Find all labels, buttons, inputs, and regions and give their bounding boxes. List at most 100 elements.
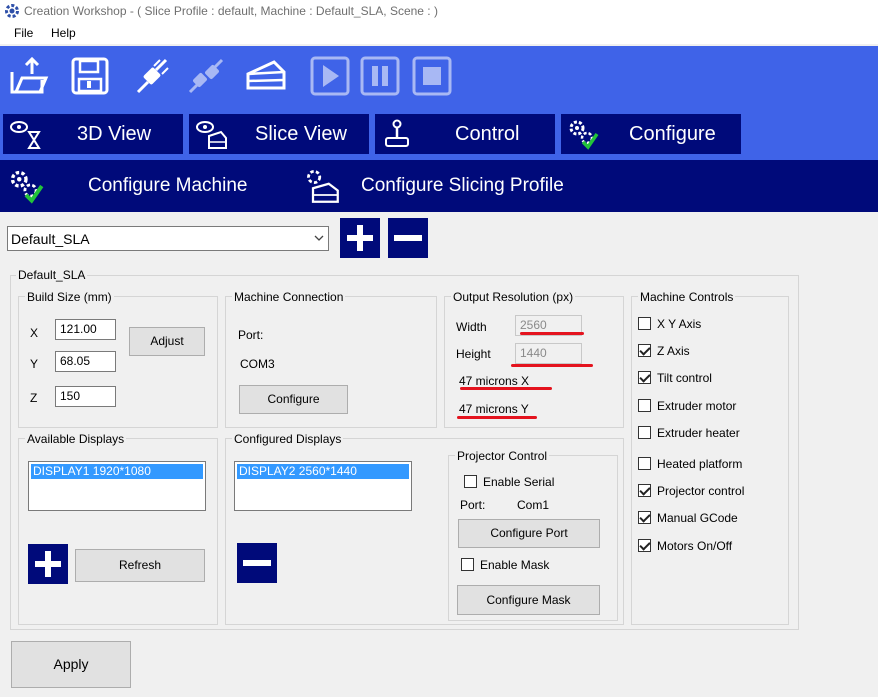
play-icon bbox=[310, 56, 350, 96]
projector-control-title: Projector Control bbox=[455, 449, 550, 463]
heated-platform-label: Heated platform bbox=[657, 457, 743, 471]
open-icon bbox=[10, 56, 49, 94]
tab-slice-view-label: Slice View bbox=[255, 123, 347, 145]
checkbox-heated-platform[interactable] bbox=[638, 457, 651, 470]
menu-file[interactable]: File bbox=[14, 26, 33, 40]
app-gear-icon bbox=[5, 4, 19, 18]
refresh-button[interactable]: Refresh bbox=[75, 549, 205, 582]
connect-button[interactable] bbox=[130, 54, 174, 98]
build-x-input[interactable]: 121.00 bbox=[55, 319, 116, 340]
configured-displays-title: Configured Displays bbox=[232, 432, 344, 446]
configure-subtabs: Configure Machine Configure Slicing Prof… bbox=[0, 160, 878, 212]
title-bar: Creation Workshop - ( Slice Profile : de… bbox=[0, 0, 878, 22]
checkbox-tilt-control[interactable] bbox=[638, 371, 651, 384]
annotation-underline bbox=[457, 416, 537, 419]
subtab-configure-slicing-profile[interactable]: Configure Slicing Profile bbox=[361, 175, 564, 197]
menu-bar: File Help bbox=[0, 22, 878, 44]
build-z-input[interactable]: 150 bbox=[55, 386, 116, 407]
configure-connection-button[interactable]: Configure bbox=[239, 385, 348, 414]
machine-profile-group-title: Default_SLA bbox=[16, 268, 88, 282]
remove-profile-button[interactable] bbox=[388, 218, 428, 258]
save-icon bbox=[71, 57, 109, 95]
height-label: Height bbox=[456, 347, 491, 361]
extruder-heater-label: Extruder heater bbox=[657, 426, 740, 440]
eye-slice-icon bbox=[196, 121, 227, 149]
checkbox-manual-gcode[interactable] bbox=[638, 511, 651, 524]
checkbox-enable-serial[interactable] bbox=[464, 475, 477, 488]
checkbox-extruder-motor[interactable] bbox=[638, 399, 651, 412]
available-displays-title: Available Displays bbox=[25, 432, 127, 446]
checkbox-motors-on-off[interactable] bbox=[638, 539, 651, 552]
enable-mask-label: Enable Mask bbox=[480, 558, 550, 572]
microns-x-label: 47 microns X bbox=[459, 374, 530, 388]
available-displays-list[interactable]: DISPLAY1 1920*1080 bbox=[28, 461, 206, 511]
tab-3d-view-label: 3D View bbox=[77, 123, 152, 145]
gears-check-icon bbox=[10, 170, 44, 204]
tilt-control-label: Tilt control bbox=[657, 371, 712, 385]
configure-port-button[interactable]: Configure Port bbox=[458, 519, 600, 548]
machine-profile-select[interactable]: Default_SLA bbox=[7, 226, 329, 251]
window-title: Creation Workshop - ( Slice Profile : de… bbox=[24, 4, 438, 18]
tab-3d-view[interactable]: 3D View bbox=[3, 114, 183, 154]
annotation-underline bbox=[520, 332, 584, 335]
tab-slice-view[interactable]: Slice View bbox=[189, 114, 369, 154]
configured-displays-list[interactable]: DISPLAY2 2560*1440 bbox=[234, 461, 412, 511]
pause-icon bbox=[360, 56, 400, 96]
projector-port-label: Port: bbox=[460, 498, 486, 512]
chevron-down-icon bbox=[314, 235, 324, 241]
eye-hourglass-icon bbox=[10, 121, 41, 149]
checkbox-enable-mask[interactable] bbox=[461, 558, 474, 571]
main-tabs: 3D View Slice View Control Configure bbox=[0, 108, 878, 160]
port-value: COM3 bbox=[240, 357, 275, 371]
tab-configure[interactable]: Configure bbox=[561, 114, 741, 154]
xy-axis-label: X Y Axis bbox=[657, 317, 702, 331]
checkbox-extruder-heater[interactable] bbox=[638, 426, 651, 439]
list-item[interactable]: DISPLAY1 1920*1080 bbox=[31, 464, 203, 479]
menu-help[interactable]: Help bbox=[51, 26, 76, 40]
enable-serial-label: Enable Serial bbox=[483, 475, 555, 489]
motors-on-off-label: Motors On/Off bbox=[657, 539, 733, 553]
configure-mask-button[interactable]: Configure Mask bbox=[457, 585, 600, 615]
minus-icon bbox=[243, 560, 271, 566]
adjust-button[interactable]: Adjust bbox=[129, 327, 205, 356]
stop-icon bbox=[412, 56, 452, 96]
stop-button[interactable] bbox=[410, 54, 454, 98]
projector-port-value: Com1 bbox=[517, 498, 550, 512]
tab-control[interactable]: Control bbox=[375, 114, 555, 154]
slice-button[interactable] bbox=[244, 54, 288, 98]
minus-icon bbox=[394, 235, 422, 241]
tab-configure-label: Configure bbox=[629, 123, 716, 145]
y-label: Y bbox=[30, 357, 39, 371]
open-file-button[interactable] bbox=[6, 54, 50, 98]
annotation-underline bbox=[460, 387, 552, 390]
joystick-icon bbox=[385, 119, 409, 147]
checkbox-xy-axis[interactable] bbox=[638, 317, 651, 330]
save-button[interactable] bbox=[68, 54, 112, 98]
checkbox-z-axis[interactable] bbox=[638, 344, 651, 357]
toolbar bbox=[0, 46, 878, 108]
disconnect-button[interactable] bbox=[184, 54, 228, 98]
z-label: Z bbox=[30, 391, 38, 405]
build-y-input[interactable]: 68.05 bbox=[55, 351, 116, 372]
checkbox-projector-control[interactable] bbox=[638, 484, 651, 497]
connect-icon bbox=[136, 58, 169, 94]
build-size-title: Build Size (mm) bbox=[25, 290, 114, 304]
plus-icon bbox=[347, 225, 373, 251]
list-item[interactable]: DISPLAY2 2560*1440 bbox=[237, 464, 409, 479]
x-label: X bbox=[30, 326, 39, 340]
remove-display-button[interactable] bbox=[237, 543, 277, 583]
disconnect-icon bbox=[188, 58, 224, 94]
add-display-button[interactable] bbox=[28, 544, 68, 584]
pause-button[interactable] bbox=[358, 54, 402, 98]
plus-icon bbox=[35, 551, 61, 577]
tab-control-label: Control bbox=[455, 123, 520, 145]
subtab-configure-machine[interactable]: Configure Machine bbox=[88, 175, 247, 197]
add-profile-button[interactable] bbox=[340, 218, 380, 258]
play-button[interactable] bbox=[308, 54, 352, 98]
z-axis-label: Z Axis bbox=[657, 344, 690, 358]
slice-icon bbox=[246, 60, 286, 90]
apply-button[interactable]: Apply bbox=[11, 641, 131, 688]
manual-gcode-label: Manual GCode bbox=[657, 511, 738, 525]
port-label: Port: bbox=[238, 328, 264, 342]
resolution-height-input[interactable]: 1440 bbox=[515, 343, 582, 364]
